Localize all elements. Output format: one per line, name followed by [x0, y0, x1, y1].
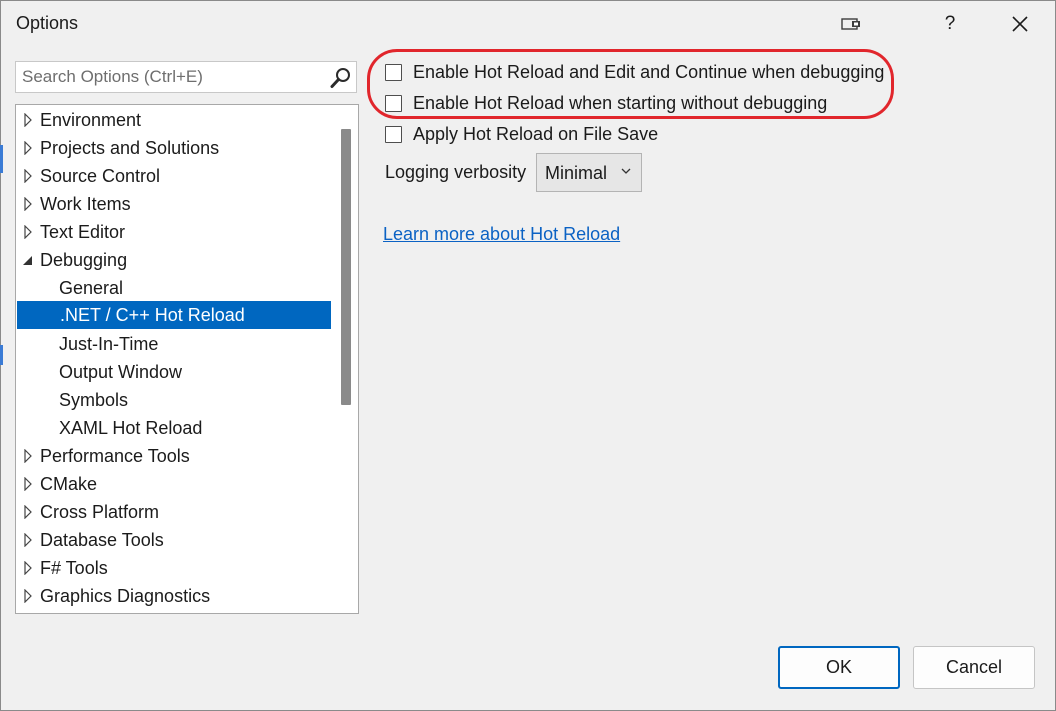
search-options-box	[15, 61, 357, 93]
tree-item-label: XAML Hot Reload	[59, 418, 203, 438]
tree-scrollbar-thumb[interactable]	[341, 129, 351, 405]
tree-item-label: F# Tools	[40, 558, 108, 578]
tree-item-text-editor[interactable]: Text Editor	[16, 218, 332, 246]
options-dialog: Options ? Environment	[0, 0, 1056, 711]
tree-item-debugging[interactable]: Debugging	[16, 246, 332, 274]
learn-more-link[interactable]: Learn more about Hot Reload	[383, 224, 620, 245]
collapse-arrow-icon[interactable]	[22, 253, 34, 267]
background-edge-marks	[0, 145, 3, 365]
tree-item-work-items[interactable]: Work Items	[16, 190, 332, 218]
tree-item-source-control[interactable]: Source Control	[16, 162, 332, 190]
expand-arrow-icon[interactable]	[22, 533, 34, 547]
tree-item-label: Work Items	[40, 194, 131, 214]
logging-verbosity-value: Minimal	[545, 163, 608, 183]
tree-item-output-window[interactable]: Output Window	[16, 358, 332, 386]
chevron-down-icon	[621, 168, 631, 174]
help-label: ?	[944, 13, 956, 34]
tree-item-label: Just-In-Time	[59, 334, 159, 354]
tree-item-graphics-diagnostics[interactable]: Graphics Diagnostics	[16, 582, 332, 610]
tree-item-label: Database Tools	[40, 530, 164, 550]
tree-item-label: Performance Tools	[40, 446, 190, 466]
search-options-input[interactable]	[16, 62, 332, 92]
ok-button[interactable]: OK	[778, 646, 900, 689]
close-button[interactable]	[997, 7, 1043, 41]
tree-item-label: Symbols	[59, 390, 129, 410]
tree-item-projects-and-solutions[interactable]: Projects and Solutions	[16, 134, 332, 162]
logging-verbosity-dropdown[interactable]: Minimal	[536, 153, 642, 192]
options-tree: Environment Projects and Solutions Sourc…	[15, 104, 359, 614]
tree-item-label: Graphics Diagnostics	[40, 586, 211, 606]
tree-item-label: Output Window	[59, 362, 183, 382]
tree-item-label: Cross Platform	[40, 502, 160, 522]
tree-item-performance-tools[interactable]: Performance Tools	[16, 442, 332, 470]
tree-item-environment[interactable]: Environment	[16, 106, 332, 134]
tree-item-label: Source Control	[40, 166, 161, 186]
tree-item-label: Debugging	[40, 250, 128, 270]
expand-arrow-icon[interactable]	[22, 113, 34, 127]
expand-arrow-icon[interactable]	[22, 477, 34, 491]
expand-arrow-icon[interactable]	[22, 197, 34, 211]
title-bar: Options ?	[1, 1, 1055, 47]
expand-arrow-icon[interactable]	[22, 589, 34, 603]
tree-item-just-in-time[interactable]: Just-In-Time	[16, 330, 332, 358]
checkbox-label: Enable Hot Reload when starting without …	[413, 92, 828, 113]
option-apply-hot-reload-on-save[interactable]: Apply Hot Reload on File Save	[385, 122, 658, 146]
tree-item-net-cpp-hot-reload[interactable]: .NET / C++ Hot Reload	[17, 301, 331, 329]
checkbox-label: Enable Hot Reload and Edit and Continue …	[413, 61, 885, 82]
tree-item-cmake[interactable]: CMake	[16, 470, 332, 498]
option-enable-hot-reload-debugging[interactable]: Enable Hot Reload and Edit and Continue …	[385, 60, 884, 84]
tree-item-cross-platform[interactable]: Cross Platform	[16, 498, 332, 526]
restore-window-button[interactable]	[830, 7, 876, 41]
apply-hot-reload-on-save-checkbox[interactable]	[385, 125, 402, 143]
expand-arrow-icon[interactable]	[22, 449, 34, 463]
expand-arrow-icon[interactable]	[22, 561, 34, 575]
window-title: Options	[16, 13, 79, 33]
tree-item-label: General	[59, 278, 124, 298]
expand-arrow-icon[interactable]	[22, 225, 34, 239]
enable-hot-reload-without-debugging-checkbox[interactable]	[385, 94, 402, 112]
expand-arrow-icon[interactable]	[22, 169, 34, 183]
logging-verbosity-label: Logging verbosity	[385, 162, 527, 182]
tree-item-label: CMake	[40, 474, 98, 494]
tree-item-label: Environment	[40, 110, 142, 130]
help-button[interactable]: ?	[927, 7, 973, 41]
tree-item-xaml-hot-reload[interactable]: XAML Hot Reload	[16, 414, 332, 442]
tree-item-label: .NET / C++ Hot Reload	[60, 305, 245, 325]
tree-item-general[interactable]: General	[16, 274, 332, 302]
expand-arrow-icon[interactable]	[22, 505, 34, 519]
tree-item-symbols[interactable]: Symbols	[16, 386, 332, 414]
tree-item-fsharp-tools[interactable]: F# Tools	[16, 554, 332, 582]
search-icon[interactable]	[330, 67, 352, 89]
tree-item-database-tools[interactable]: Database Tools	[16, 526, 332, 554]
tree-item-label: Text Editor	[40, 222, 126, 242]
close-icon	[1012, 16, 1028, 32]
restore-icon	[841, 18, 860, 30]
tree-item-label: Projects and Solutions	[40, 138, 220, 158]
option-enable-hot-reload-without-debugging[interactable]: Enable Hot Reload when starting without …	[385, 91, 827, 115]
enable-hot-reload-debugging-checkbox[interactable]	[385, 63, 402, 81]
cancel-button[interactable]: Cancel	[913, 646, 1035, 689]
expand-arrow-icon[interactable]	[22, 141, 34, 155]
checkbox-label: Apply Hot Reload on File Save	[413, 123, 659, 144]
